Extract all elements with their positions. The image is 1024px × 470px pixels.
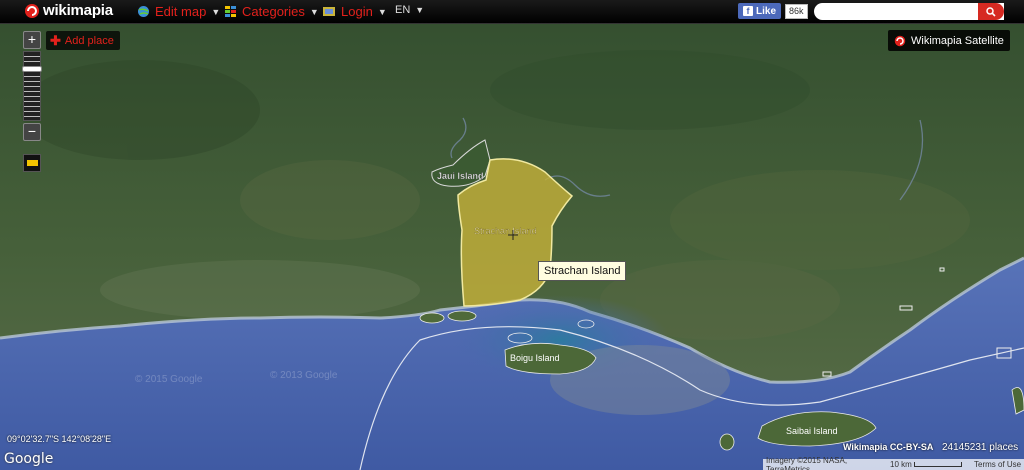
zoom-slider[interactable] bbox=[22, 51, 42, 121]
map-watermark: © 2013 Google bbox=[270, 370, 338, 381]
place-label-strachan[interactable]: Strachan Island bbox=[474, 226, 537, 236]
ruler-icon bbox=[26, 160, 38, 166]
zoom-control[interactable]: + − bbox=[22, 31, 42, 141]
facebook-icon: f bbox=[743, 6, 753, 16]
add-place-label: Add place bbox=[64, 34, 114, 47]
menu-edit-map-label: Edit map bbox=[155, 4, 207, 19]
islet[interactable] bbox=[419, 312, 445, 324]
facebook-like[interactable]: f Like 86k bbox=[738, 3, 808, 19]
menu-edit-map[interactable]: Edit map ▼ bbox=[137, 4, 220, 19]
facebook-like-label: Like bbox=[756, 5, 777, 17]
categories-icon bbox=[225, 6, 236, 17]
google-logo[interactable]: Google bbox=[4, 451, 53, 467]
scale-label: 10 km bbox=[890, 460, 912, 469]
place-label-boigu[interactable]: Boigu Island bbox=[510, 353, 560, 363]
scale-bar: 10 km bbox=[890, 460, 970, 469]
ruler-tool-button[interactable] bbox=[23, 154, 41, 172]
language-selector[interactable]: EN ▼ bbox=[395, 4, 424, 16]
cursor-coordinates: 09°02'32.7"S 142°08'28"E bbox=[7, 434, 112, 444]
map-layer-selector[interactable]: Wikimapia Satellite bbox=[888, 30, 1010, 51]
map-attribution-bar: Imagery ©2015 NASA, TerraMetrics 10 km T… bbox=[763, 455, 1024, 470]
wikimapia-logo-icon bbox=[25, 3, 39, 18]
map-watermark: © 2015 Google bbox=[135, 374, 203, 385]
map-canvas[interactable]: © 2015 Google © 2013 Google Jaui Island … bbox=[0, 24, 1024, 470]
license-label[interactable]: Wikimapia CC-BY-SA bbox=[843, 442, 933, 452]
menu-login[interactable]: Login ▼ bbox=[322, 4, 387, 19]
menu-login-label: Login bbox=[341, 4, 373, 19]
chevron-down-icon: ▼ bbox=[309, 6, 319, 17]
facebook-like-button[interactable]: f Like bbox=[738, 3, 782, 19]
terms-of-use-link[interactable]: Terms of Use bbox=[970, 460, 1021, 469]
islet[interactable] bbox=[719, 433, 735, 451]
search-icon bbox=[986, 6, 996, 17]
search-input[interactable] bbox=[814, 3, 1004, 20]
satellite-map[interactable]: © 2015 Google © 2013 Google Jaui Island … bbox=[0, 24, 1024, 470]
globe-icon bbox=[138, 6, 149, 17]
map-layer-label: Wikimapia Satellite bbox=[911, 34, 1004, 47]
place-tooltip: Strachan Island bbox=[538, 261, 627, 281]
place-label-saibai[interactable]: Saibai Island bbox=[786, 426, 838, 436]
search-button[interactable] bbox=[978, 3, 1004, 20]
wikimapia-logo[interactable]: wikimapia bbox=[24, 2, 113, 19]
imagery-credit: Imagery ©2015 NASA, TerraMetrics bbox=[766, 455, 848, 470]
menu-categories-label: Categories bbox=[242, 4, 305, 19]
chevron-down-icon: ▼ bbox=[377, 6, 387, 17]
zoom-out-button[interactable]: − bbox=[23, 123, 41, 141]
place-label-jaui[interactable]: Jaui Island bbox=[437, 171, 484, 181]
zoom-slider-handle[interactable] bbox=[22, 66, 42, 72]
places-count: 24145231 places bbox=[942, 442, 1019, 453]
top-bar: wikimapia Edit map ▼ Categories ▼ Login … bbox=[0, 0, 1024, 24]
islet[interactable] bbox=[447, 310, 477, 322]
add-place-button[interactable]: ✚ Add place bbox=[46, 31, 120, 50]
zoom-in-button[interactable]: + bbox=[23, 31, 41, 49]
menu-categories[interactable]: Categories ▼ bbox=[224, 4, 319, 19]
scale-bar-line bbox=[913, 462, 962, 467]
language-label: EN bbox=[395, 4, 411, 16]
key-icon bbox=[323, 7, 335, 16]
chevron-down-icon: ▼ bbox=[415, 5, 425, 15]
wikimapia-logo-icon bbox=[894, 35, 906, 46]
facebook-like-count: 86k bbox=[785, 3, 808, 19]
logo-text: wikimapia bbox=[43, 2, 113, 19]
add-place-icon: ✚ bbox=[50, 32, 61, 48]
chevron-down-icon: ▼ bbox=[211, 6, 221, 17]
